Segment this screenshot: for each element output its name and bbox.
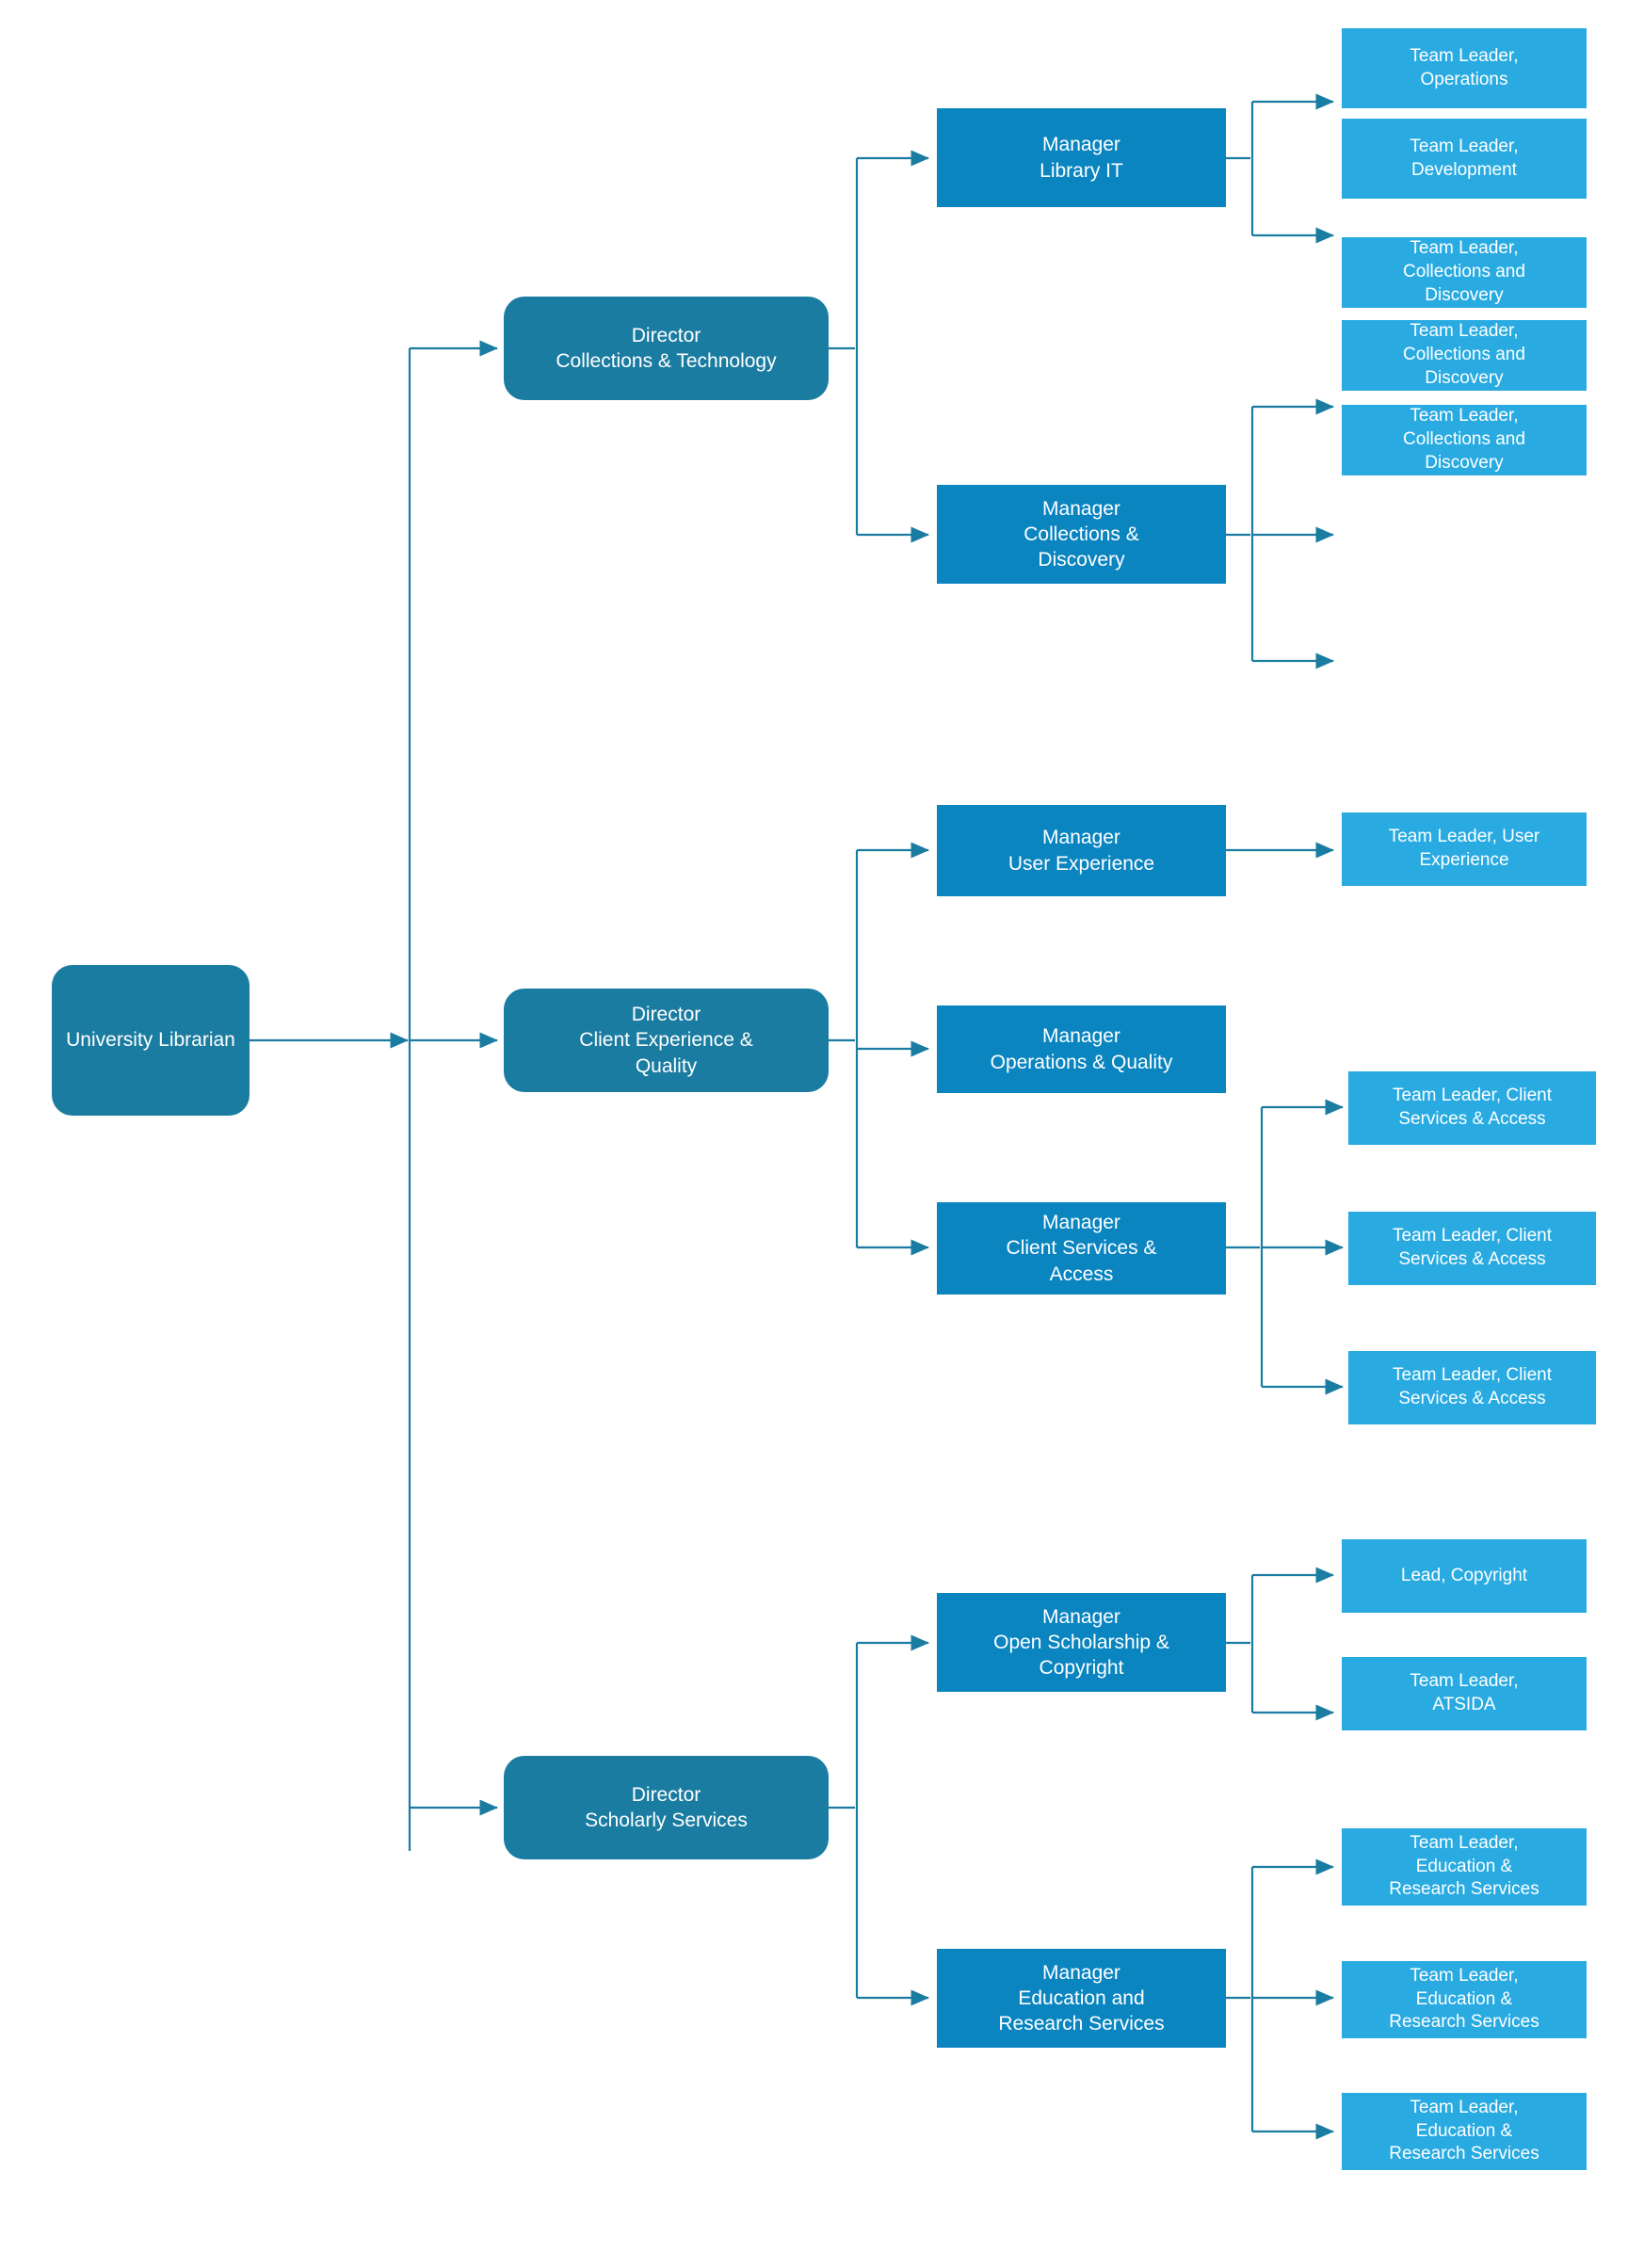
node-director-client-experience-quality[interactable]: Director Client Experience & Quality bbox=[504, 989, 829, 1092]
node-team-leader-user-experience[interactable]: Team Leader, User Experience bbox=[1342, 812, 1587, 886]
node-team-leader-operations[interactable]: Team Leader, Operations bbox=[1342, 28, 1587, 108]
node-manager-client-services-access[interactable]: Manager Client Services & Access bbox=[937, 1202, 1226, 1295]
node-manager-library-it[interactable]: Manager Library IT bbox=[937, 108, 1226, 207]
node-team-leader-client-services-access-2[interactable]: Team Leader, Client Services & Access bbox=[1348, 1212, 1596, 1285]
org-chart: University Librarian Director Collection… bbox=[0, 0, 1644, 2268]
node-manager-operations-quality[interactable]: Manager Operations & Quality bbox=[937, 1005, 1226, 1093]
node-team-leader-education-research-3[interactable]: Team Leader, Education & Research Servic… bbox=[1342, 2093, 1587, 2170]
node-team-leader-education-research-1[interactable]: Team Leader, Education & Research Servic… bbox=[1342, 1828, 1587, 1906]
node-team-leader-client-services-access-3[interactable]: Team Leader, Client Services & Access bbox=[1348, 1351, 1596, 1424]
node-team-leader-collections-discovery-3[interactable]: Team Leader, Collections and Discovery bbox=[1342, 405, 1587, 475]
node-team-leader-development[interactable]: Team Leader, Development bbox=[1342, 119, 1587, 199]
node-lead-copyright[interactable]: Lead, Copyright bbox=[1342, 1539, 1587, 1613]
node-manager-collections-discovery[interactable]: Manager Collections & Discovery bbox=[937, 485, 1226, 584]
node-university-librarian[interactable]: University Librarian bbox=[52, 965, 250, 1116]
node-team-leader-collections-discovery-1[interactable]: Team Leader, Collections and Discovery bbox=[1342, 237, 1587, 308]
node-manager-open-scholarship-copyright[interactable]: Manager Open Scholarship & Copyright bbox=[937, 1593, 1226, 1692]
node-team-leader-collections-discovery-2[interactable]: Team Leader, Collections and Discovery bbox=[1342, 320, 1587, 391]
node-team-leader-client-services-access-1[interactable]: Team Leader, Client Services & Access bbox=[1348, 1071, 1596, 1145]
node-team-leader-atsida[interactable]: Team Leader, ATSIDA bbox=[1342, 1657, 1587, 1730]
node-manager-user-experience[interactable]: Manager User Experience bbox=[937, 805, 1226, 896]
node-director-scholarly-services[interactable]: Director Scholarly Services bbox=[504, 1756, 829, 1859]
node-director-collections-technology[interactable]: Director Collections & Technology bbox=[504, 297, 829, 400]
node-manager-education-research-services[interactable]: Manager Education and Research Services bbox=[937, 1949, 1226, 2048]
node-team-leader-education-research-2[interactable]: Team Leader, Education & Research Servic… bbox=[1342, 1961, 1587, 2038]
